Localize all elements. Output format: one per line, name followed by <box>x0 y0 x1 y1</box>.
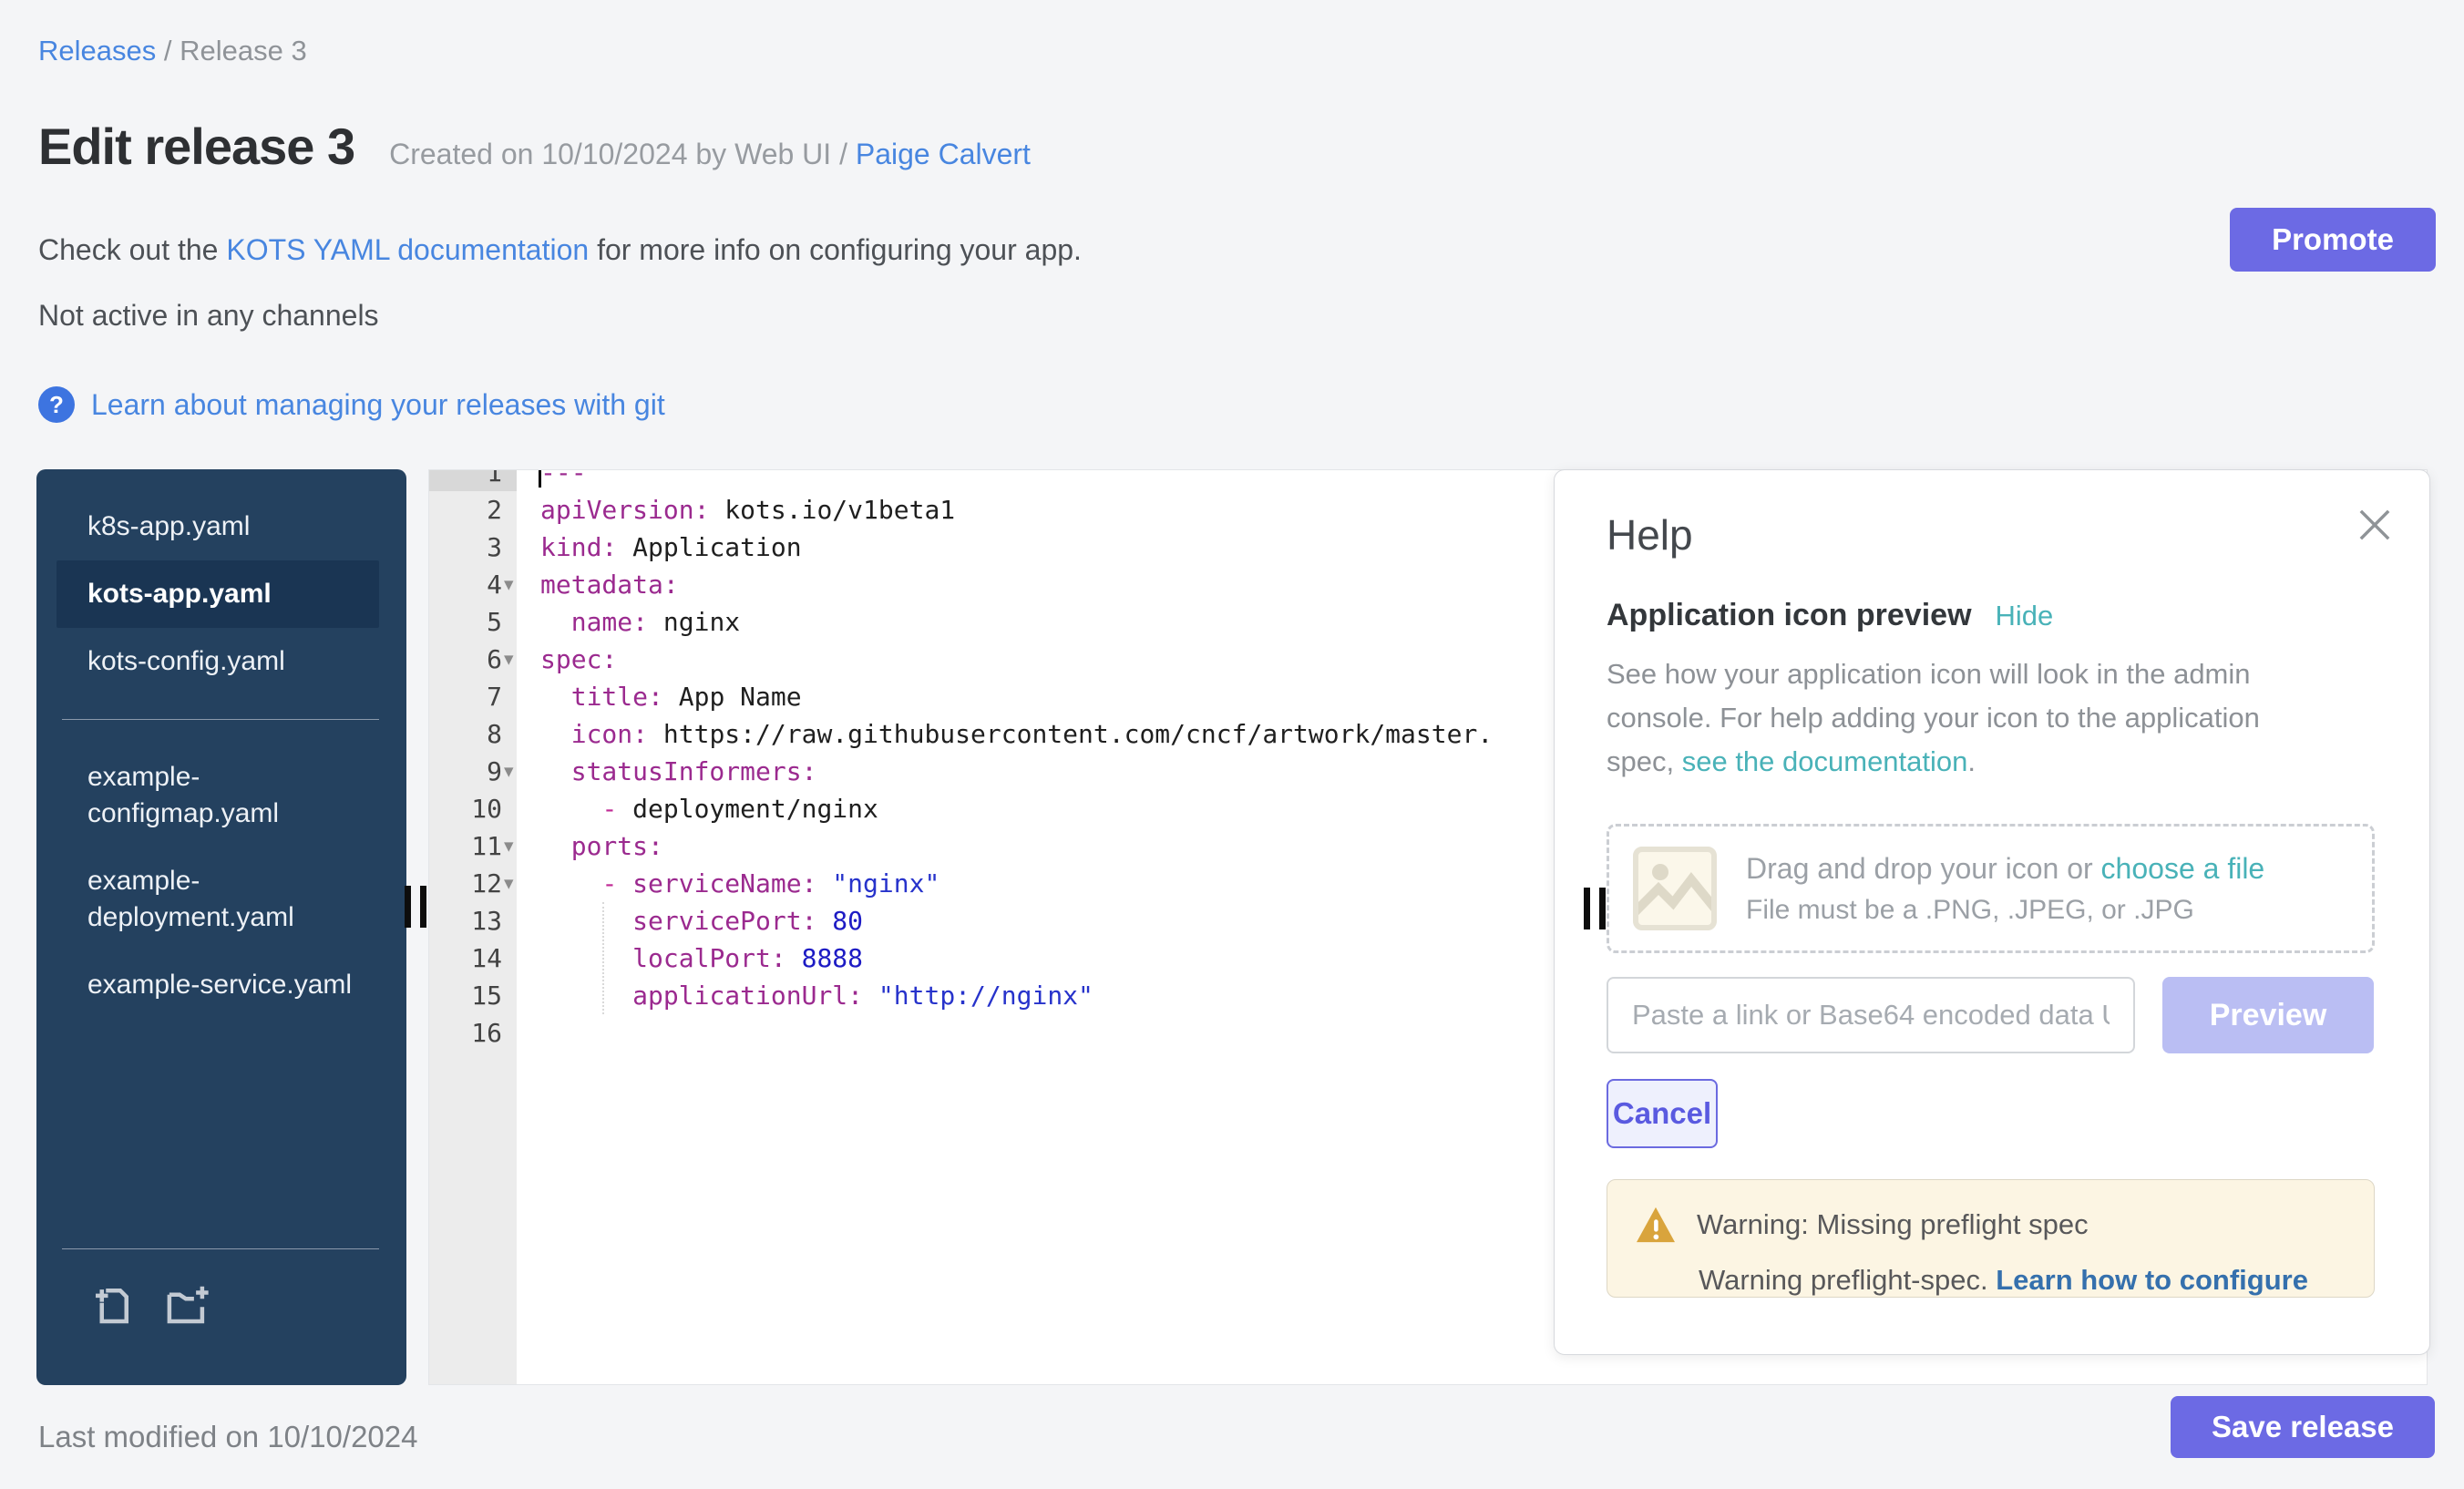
line-number: 11 <box>429 827 502 865</box>
hide-link[interactable]: Hide <box>1996 600 2054 632</box>
code-text: statusInformers: <box>540 753 816 790</box>
sidebar-file-example-configmap.yaml[interactable]: example-configmap.yaml <box>56 744 379 847</box>
code-text: name: nginx <box>540 603 740 641</box>
sidebar-file-kots-config.yaml[interactable]: kots-config.yaml <box>56 628 379 695</box>
sidebar-file-kots-app.yaml[interactable]: kots-app.yaml <box>56 560 379 628</box>
help-title: Help <box>1607 510 1693 560</box>
breadcrumb-releases-link[interactable]: Releases <box>38 35 156 67</box>
breadcrumb: Releases / Release 3 <box>38 35 307 67</box>
code-text: servicePort: 80 <box>540 902 863 940</box>
sidebar-file-k8s-app.yaml[interactable]: k8s-app.yaml <box>56 493 379 560</box>
line-number: 7 <box>429 678 502 715</box>
kots-yaml-doc-link[interactable]: KOTS YAML documentation <box>226 233 589 266</box>
dropzone-hint: File must be a .PNG, .JPEG, or .JPG <box>1746 895 2264 926</box>
preview-button[interactable]: Preview <box>2162 977 2374 1053</box>
line-number: 13 <box>429 902 502 940</box>
file-list: k8s-app.yamlkots-app.yamlkots-config.yam… <box>36 493 406 1019</box>
dropzone-label: Drag and drop your icon or choose a file <box>1746 852 2264 886</box>
line-number: 15 <box>429 977 502 1014</box>
question-icon: ? <box>38 386 75 423</box>
sidebar-file-example-service.yaml[interactable]: example-service.yaml <box>56 951 379 1019</box>
close-icon[interactable] <box>2351 501 2398 549</box>
help-desc-suffix: . <box>1967 745 1976 777</box>
help-description: See how your application icon will look … <box>1607 652 2326 784</box>
sidebar-resize-handle[interactable] <box>405 886 428 928</box>
new-folder-icon[interactable] <box>160 1280 213 1330</box>
fold-arrow-icon[interactable]: ▾ <box>504 641 514 678</box>
help-panel: Help Application icon preview Hide See h… <box>1554 469 2430 1355</box>
line-number: 6 <box>429 641 502 678</box>
doc-hint-line: Check out the KOTS YAML documentation fo… <box>38 233 1082 267</box>
fold-arrow-icon[interactable]: ▾ <box>504 827 514 865</box>
code-text: ports: <box>540 827 663 865</box>
author-link[interactable]: Paige Calvert <box>856 138 1031 170</box>
code-text: --- <box>540 469 587 491</box>
last-modified: Last modified on 10/10/2024 <box>38 1420 417 1454</box>
channel-status: Not active in any channels <box>38 299 379 333</box>
help-resize-handle[interactable] <box>1584 888 1607 929</box>
warning-detail: Warning preflight-spec. Learn how to con… <box>1699 1264 2346 1297</box>
warning-title: Warning: Missing preflight spec <box>1697 1208 2089 1241</box>
created-text: Created on 10/10/2024 by Web UI / <box>389 138 856 170</box>
line-number: 16 <box>429 1014 502 1052</box>
code-text: - deployment/nginx <box>540 790 878 827</box>
image-placeholder-icon <box>1633 847 1717 930</box>
sidebar-divider <box>62 1248 379 1249</box>
code-text: metadata: <box>540 566 679 603</box>
file-sidebar: k8s-app.yamlkots-app.yamlkots-config.yam… <box>36 469 406 1385</box>
learn-configure-link[interactable]: Learn how to configure <box>1996 1264 2308 1296</box>
choose-file-link[interactable]: choose a file <box>2101 852 2265 885</box>
indent-guide <box>602 902 604 1014</box>
sidebar-bottom <box>36 1248 406 1385</box>
title-row: Edit release 3 Created on 10/10/2024 by … <box>38 117 1031 176</box>
breadcrumb-separator: / <box>156 35 180 67</box>
text-cursor <box>539 469 541 488</box>
fold-arrow-icon[interactable]: ▾ <box>504 865 514 902</box>
code-text: icon: https://raw.githubusercontent.com/… <box>540 715 1493 753</box>
line-number: 8 <box>429 715 502 753</box>
file-group-divider <box>62 719 379 720</box>
line-number: 4 <box>429 566 502 603</box>
line-number: 1 <box>429 469 502 491</box>
see-documentation-link[interactable]: see the documentation <box>1682 745 1968 777</box>
code-text: - serviceName: "nginx" <box>540 865 939 902</box>
code-text: apiVersion: kots.io/v1beta1 <box>540 491 955 529</box>
new-file-icon[interactable] <box>87 1280 137 1330</box>
fold-arrow-icon[interactable]: ▾ <box>504 753 514 790</box>
line-number: 10 <box>429 790 502 827</box>
promote-button[interactable]: Promote <box>2230 208 2436 272</box>
code-text: localPort: 8888 <box>540 940 863 977</box>
fold-arrow-icon[interactable]: ▾ <box>504 566 514 603</box>
line-number: 12 <box>429 865 502 902</box>
preflight-warning: Warning: Missing preflight spec Warning … <box>1607 1179 2375 1298</box>
breadcrumb-current: Release 3 <box>180 35 307 67</box>
save-release-button[interactable]: Save release <box>2171 1396 2435 1458</box>
git-help-row[interactable]: ? Learn about managing your releases wit… <box>38 386 665 423</box>
warning-detail-text: Warning preflight-spec. <box>1699 1264 1996 1296</box>
line-number: 2 <box>429 491 502 529</box>
dropzone-text: Drag and drop your icon or <box>1746 852 2101 885</box>
warning-icon <box>1635 1206 1677 1244</box>
line-number: 9 <box>429 753 502 790</box>
code-text: title: App Name <box>540 678 802 715</box>
doc-hint-prefix: Check out the <box>38 233 226 266</box>
git-releases-link[interactable]: Learn about managing your releases with … <box>91 388 665 422</box>
line-number: 14 <box>429 940 502 977</box>
icon-url-input[interactable] <box>1607 977 2135 1053</box>
code-text: spec: <box>540 641 617 678</box>
line-number: 5 <box>429 603 502 641</box>
cancel-button[interactable]: Cancel <box>1607 1079 1718 1148</box>
sidebar-file-example-deployment.yaml[interactable]: example-deployment.yaml <box>56 847 379 951</box>
icon-preview-title: Application icon preview <box>1607 598 1972 633</box>
code-text: applicationUrl: "http://nginx" <box>540 977 1093 1014</box>
code-text: kind: Application <box>540 529 802 566</box>
line-number: 3 <box>429 529 502 566</box>
created-info: Created on 10/10/2024 by Web UI / Paige … <box>389 138 1031 171</box>
page-title: Edit release 3 <box>38 117 354 176</box>
doc-hint-suffix: for more info on configuring your app. <box>589 233 1082 266</box>
icon-dropzone[interactable]: Drag and drop your icon or choose a file… <box>1607 824 2375 953</box>
